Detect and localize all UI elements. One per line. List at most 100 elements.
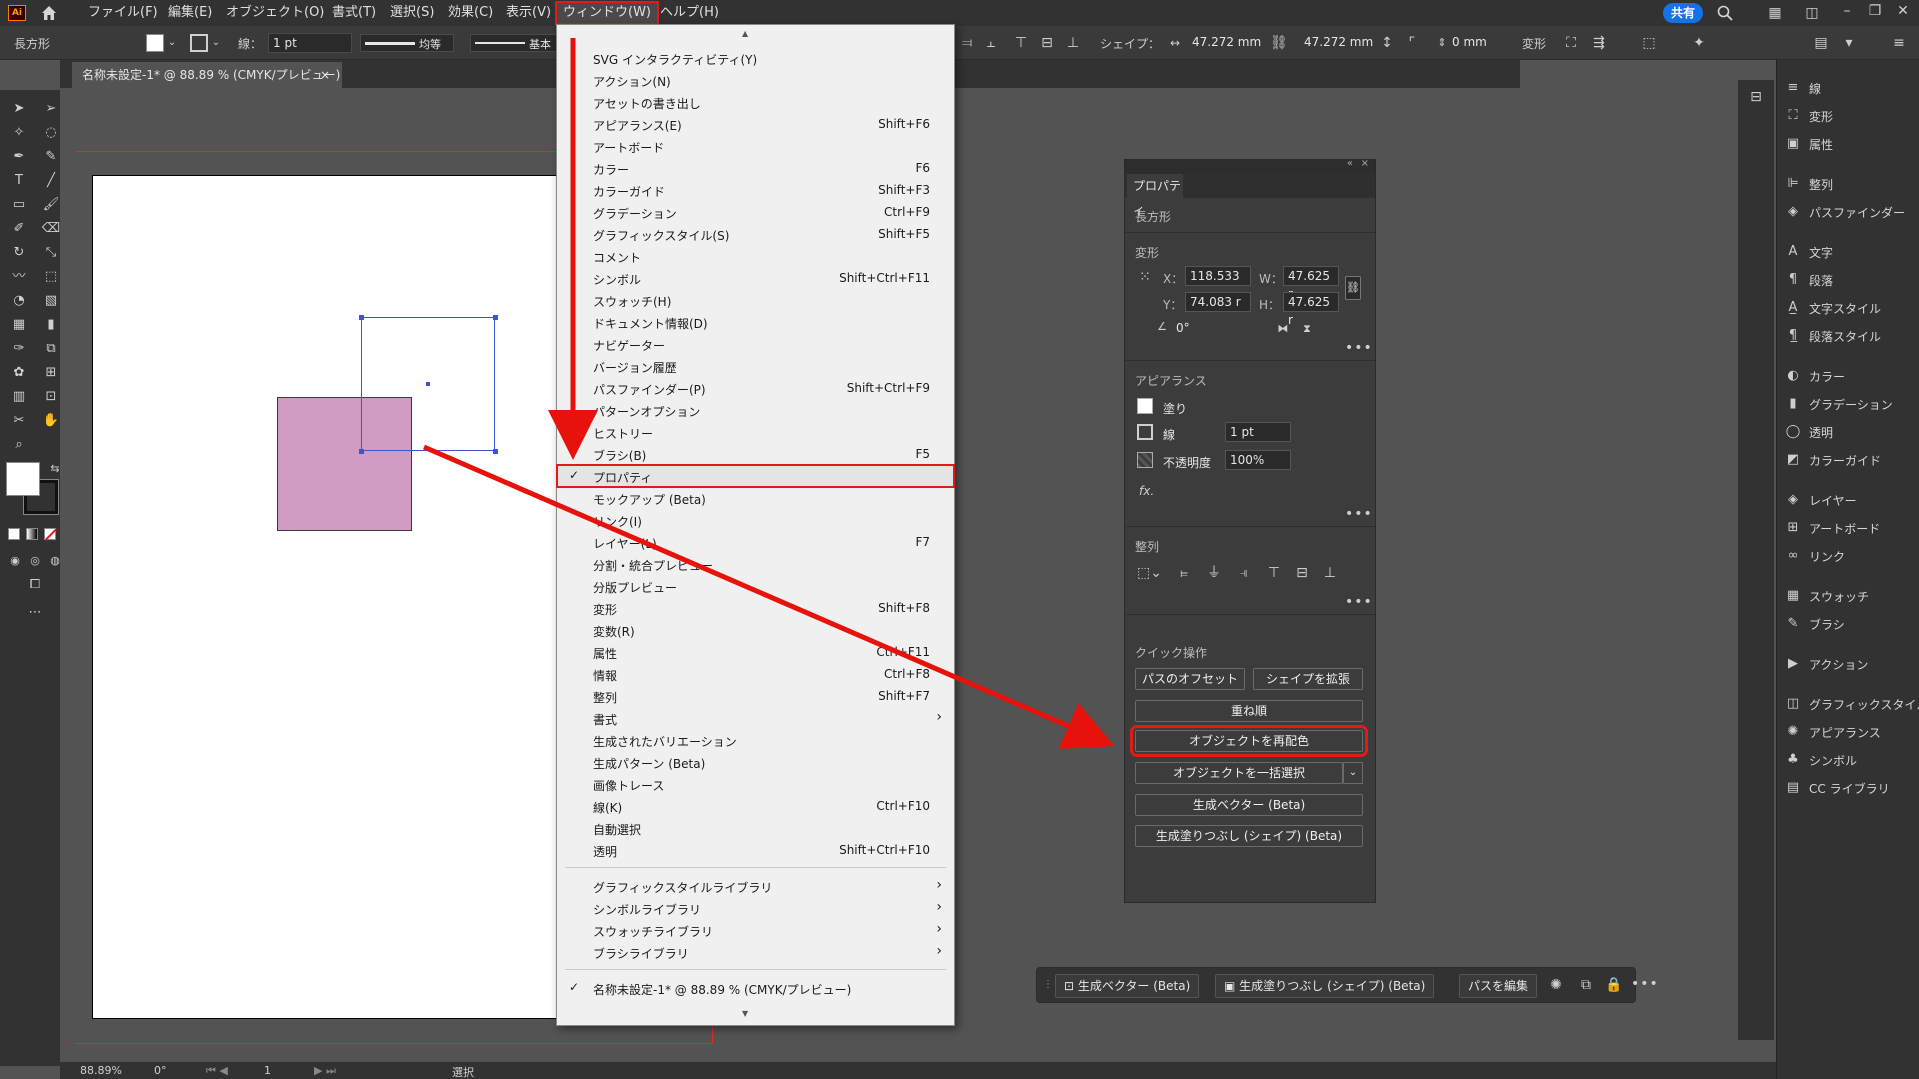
window-menu-item[interactable]: 書式 ›: [557, 707, 954, 729]
dock-panel-item[interactable]: ▦ スウォッチ: [1785, 584, 1869, 608]
menu-lines-icon[interactable]: ≡: [1890, 34, 1908, 52]
rotation-value[interactable]: 0°: [154, 1064, 167, 1077]
constrain-link-icon[interactable]: ⛓: [1270, 34, 1288, 52]
eyedropper-icon[interactable]: ✑: [8, 338, 30, 360]
shaper-tool-icon[interactable]: ✐: [8, 218, 30, 240]
reference-point-icon[interactable]: ⁙: [1135, 268, 1155, 286]
selection-handle[interactable]: [493, 449, 498, 454]
window-menu-item[interactable]: アートボード: [557, 135, 954, 157]
recolor-icon[interactable]: ✦: [1690, 34, 1708, 52]
arrange-icon[interactable]: ▤: [1812, 34, 1830, 52]
align-vcenter-icon[interactable]: ⊟: [1293, 564, 1311, 582]
window-menu-item[interactable]: 分割・統合プレビュー: [557, 553, 954, 575]
align-right-icon[interactable]: ⫣: [1235, 564, 1253, 582]
drag-handle-icon[interactable]: ⋮: [1041, 976, 1055, 994]
window-menu-item[interactable]: シンボル Shift+Ctrl+F11: [557, 267, 954, 289]
window-menu-item[interactable]: モックアップ (Beta): [557, 487, 954, 509]
window-menu-library-item[interactable]: スウォッチライブラリ ›: [557, 919, 954, 941]
generate-vectors-button[interactable]: 生成ベクター (Beta): [1135, 794, 1363, 816]
dock-panel-item[interactable]: ¶ 段落: [1785, 268, 1833, 292]
align-bottom-edge-icon[interactable]: ⫠: [982, 34, 1000, 52]
offset-path-button[interactable]: パスのオフセット: [1135, 668, 1245, 690]
symbol-sprayer-icon[interactable]: ✿: [8, 362, 30, 384]
dock-panel-item[interactable]: ⛶ 変形: [1785, 104, 1833, 128]
appearance-more-icon[interactable]: •••: [1345, 506, 1373, 522]
window-menu-item[interactable]: アセットの書き出し: [557, 91, 954, 113]
opacity-field[interactable]: 100%: [1225, 450, 1291, 470]
fill-color-front[interactable]: [6, 462, 40, 496]
draw-normal-icon[interactable]: ◉: [4, 550, 26, 572]
window-menu-item[interactable]: 分版プレビュー: [557, 575, 954, 597]
edit-path-button[interactable]: パスを編集: [1459, 974, 1538, 998]
rotate-tool-icon[interactable]: ↻: [8, 242, 30, 264]
draw-behind-icon[interactable]: ◎: [24, 550, 46, 572]
brush-definition[interactable]: 基本: [470, 34, 558, 52]
dock-panel-item[interactable]: ◈ レイヤー: [1785, 488, 1857, 512]
dock-panel-item[interactable]: ▤ CC ライブラリ: [1785, 776, 1890, 800]
menu-file[interactable]: ファイル(F): [82, 3, 164, 23]
scroll-up-icon[interactable]: ▲: [742, 29, 748, 38]
artboard-next-icon[interactable]: ▶ ⏭: [314, 1064, 336, 1078]
menu-effect[interactable]: 効果(C): [442, 3, 499, 23]
selection-handle[interactable]: [359, 315, 364, 320]
shape-width-field[interactable]: 47.272 mm: [1192, 35, 1261, 49]
variable-width-profile[interactable]: 均等: [360, 34, 454, 52]
window-menu-item[interactable]: 属性 Ctrl+F11: [557, 641, 954, 663]
screen-mode-icon[interactable]: ⧠: [24, 574, 46, 596]
document-tab[interactable]: 名称未設定-1* @ 88.89 % (CMYK/プレビュー) ×: [72, 62, 342, 88]
window-menu-item[interactable]: カラーガイド Shift+F3: [557, 179, 954, 201]
isolate-icon[interactable]: ⬚: [1640, 34, 1658, 52]
window-menu-item[interactable]: アピアランス(E) Shift+F6: [557, 113, 954, 135]
dock-panel-item[interactable]: ▮ グラデーション: [1785, 392, 1892, 416]
tab-properties[interactable]: プロパティ: [1127, 174, 1183, 217]
type-tool-icon[interactable]: T: [8, 170, 30, 192]
home-icon[interactable]: [40, 4, 58, 22]
dock-panel-item[interactable]: ⊫ 整列: [1785, 172, 1833, 196]
pathfinder-taskbar-icon[interactable]: ⧉: [1577, 976, 1595, 994]
window-menu-item[interactable]: ドキュメント情報(D): [557, 311, 954, 333]
dock-panel-item[interactable]: ◯ 透明: [1785, 420, 1833, 444]
blend-tool-icon[interactable]: ⧉: [40, 338, 62, 360]
window-menu-item[interactable]: 自動選択: [557, 817, 954, 839]
fill-swatch[interactable]: [146, 34, 164, 52]
graph-tool-icon[interactable]: ▥: [8, 386, 30, 408]
scroll-down-icon[interactable]: ▼: [742, 1009, 748, 1018]
corner-radius-field[interactable]: 0 mm: [1452, 35, 1487, 49]
perspective-grid-icon[interactable]: ▧: [40, 290, 62, 312]
menu-object[interactable]: オブジェクト(O): [220, 3, 330, 23]
dock-panel-item[interactable]: ◈ パスファインダー: [1785, 200, 1905, 224]
generative-fill-button[interactable]: 生成塗りつぶし (シェイプ) (Beta): [1135, 825, 1363, 847]
pen-tool-icon[interactable]: ✒: [8, 146, 30, 168]
window-menu-library-item[interactable]: グラフィックスタイルライブラリ ›: [557, 875, 954, 897]
window-menu-item[interactable]: 変形 Shift+F8: [557, 597, 954, 619]
close-window-icon[interactable]: ✕: [1894, 2, 1912, 20]
dock-panel-item[interactable]: A 文字: [1785, 240, 1833, 264]
dock-panel-item[interactable]: ⊞ アートボード: [1785, 516, 1881, 540]
stroke-dropdown-icon[interactable]: ⌄: [210, 34, 222, 52]
window-menu-item[interactable]: グラフィックスタイル(S) Shift+F5: [557, 223, 954, 245]
window-menu-item[interactable]: アクション(N): [557, 69, 954, 91]
paintbrush-icon[interactable]: 🖌: [40, 194, 62, 216]
search-icon[interactable]: [1717, 5, 1733, 21]
artboard[interactable]: [92, 175, 582, 1019]
dock-panel-item[interactable]: ▶ アクション: [1785, 652, 1868, 676]
window-menu-item[interactable]: パスファインダー(P) Shift+Ctrl+F9: [557, 377, 954, 399]
corner-stepper-icon[interactable]: ⇕: [1436, 34, 1448, 52]
taskbar-more-icon[interactable]: •••: [1631, 976, 1659, 992]
window-menu-item[interactable]: スウォッチ(H): [557, 289, 954, 311]
angle-field[interactable]: 0°: [1171, 318, 1223, 338]
dock-panel-item[interactable]: A̲ 文字スタイル: [1785, 296, 1881, 320]
window-menu-item[interactable]: 線(K) Ctrl+F10: [557, 795, 954, 817]
fx-icon[interactable]: fx.: [1139, 484, 1154, 498]
close-tab-icon[interactable]: ×: [320, 62, 330, 88]
align-to-icon[interactable]: ⬚⌄: [1137, 564, 1162, 582]
x-field[interactable]: 118.533: [1185, 266, 1251, 286]
menu-type[interactable]: 書式(T): [326, 3, 382, 23]
taskbar-generative-fill-button[interactable]: ▣ 生成塗りつぶし (シェイプ) (Beta): [1215, 974, 1435, 998]
scale-tool-icon[interactable]: ⤡: [40, 242, 62, 264]
recolor-taskbar-icon[interactable]: ✺: [1547, 976, 1565, 994]
window-menu-item[interactable]: 生成されたバリエーション: [557, 729, 954, 751]
share-button[interactable]: 共有: [1663, 3, 1703, 23]
window-menu-item[interactable]: バージョン履歴: [557, 355, 954, 377]
flip-horizontal-icon[interactable]: ⧓: [1275, 320, 1291, 338]
